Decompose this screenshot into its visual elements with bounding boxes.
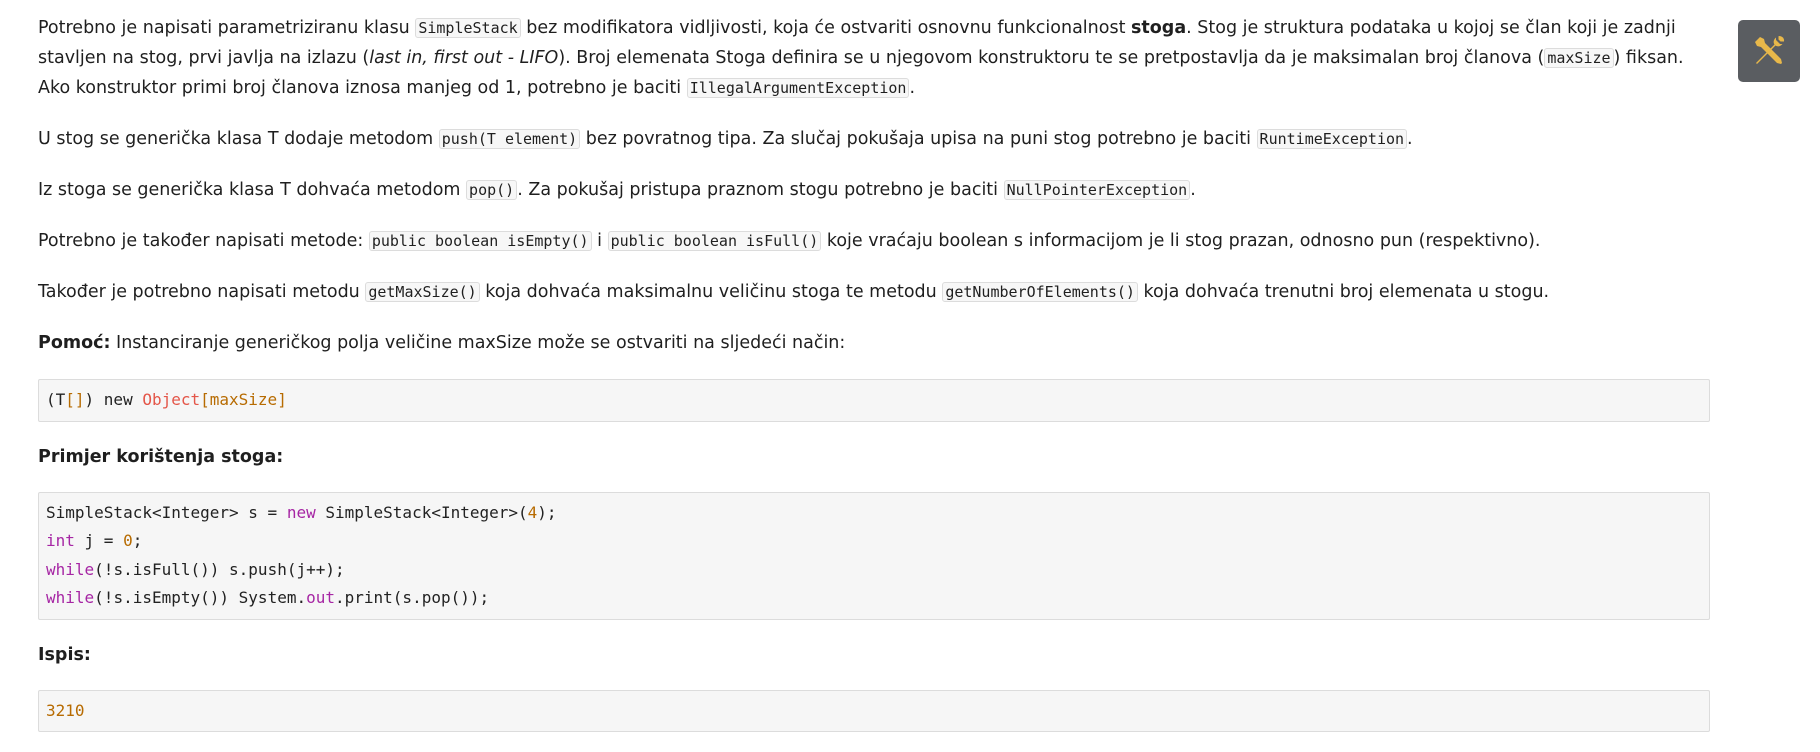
code-token: while	[46, 588, 95, 607]
code-token: []	[65, 390, 85, 409]
inline-code: public boolean isEmpty()	[368, 231, 592, 251]
paragraph-intro: Potrebno je napisati parametriziranu kla…	[38, 13, 1710, 103]
code-token: (!s.isEmpty()) System.	[94, 588, 307, 607]
inline-code: push(T element)	[438, 129, 581, 149]
paragraph-getters: Također je potrebno napisati metodu getM…	[38, 277, 1710, 307]
tools-icon	[1755, 36, 1785, 64]
code-token: 0	[123, 531, 133, 550]
code-token: ) new	[84, 390, 143, 409]
text: bez modifikatora vidljivosti, koja će os…	[520, 18, 1131, 38]
output-value: 3210	[46, 700, 85, 720]
paragraph-pop: Iz stoga se generička klasa T dohvaća me…	[38, 175, 1710, 205]
inline-code: NullPointerException	[1003, 180, 1191, 200]
example-heading: Primjer korištenja stoga:	[38, 446, 284, 467]
code-token: SimpleStack<Integer> s =	[46, 502, 287, 522]
text: Potrebno je također napisati metode:	[38, 231, 369, 251]
code-token: (T	[46, 390, 66, 409]
task-description: Potrebno je napisati parametriziranu kla…	[38, 13, 1710, 752]
text: koja dohvaća trenutni broj elemenata u s…	[1137, 282, 1550, 302]
inline-code: RuntimeException	[1256, 129, 1408, 149]
inline-code: getMaxSize()	[365, 282, 480, 302]
code-block-example: SimpleStack<Integer> s = new SimpleStack…	[38, 491, 1710, 620]
code-token: (!s.isFull()) s.push(j++);	[94, 559, 345, 579]
bold-text: Pomoć:	[38, 333, 111, 353]
code-token: SimpleStack<Integer>(	[315, 502, 528, 522]
text: Instanciranje generičkog polja veličine …	[110, 333, 846, 353]
code-token: Object	[142, 390, 201, 409]
code-token: j =	[74, 531, 124, 550]
inline-code: SimpleStack	[415, 18, 521, 38]
text: .	[909, 78, 916, 98]
bold-text: stoga	[1131, 18, 1187, 38]
code-token: while	[46, 559, 95, 579]
code-token: );	[537, 502, 557, 522]
text: ). Broj elemenata Stoga definira se u nj…	[558, 48, 1545, 68]
code-token: .print(s.pop());	[335, 588, 490, 607]
code-token: 4	[527, 502, 538, 522]
text: Također je potrebno napisati metodu	[38, 282, 366, 302]
text: Potrebno je napisati parametriziranu kla…	[38, 18, 416, 38]
text: .	[1407, 129, 1413, 149]
code-token: new	[286, 502, 316, 522]
text: i	[591, 231, 608, 251]
text: koje vraćaju boolean s informacijom je l…	[821, 231, 1541, 251]
tools-button[interactable]	[1738, 20, 1800, 82]
output-heading: Ispis:	[38, 644, 91, 665]
inline-code: public boolean isFull()	[607, 231, 822, 251]
italic-text: last in, first out - LIFO	[369, 48, 559, 68]
paragraph-methods: Potrebno je također napisati metode: pub…	[38, 226, 1710, 256]
code-block-instantiation: (T[]) new Object[maxSize]	[38, 379, 1710, 422]
text: . Za pokušaj pristupa praznom stogu potr…	[517, 180, 1004, 200]
inline-code: getNumberOfElements()	[942, 282, 1138, 302]
text: koja dohvaća maksimalnu veličinu stoga t…	[479, 282, 943, 302]
text: U stog se generička klasa T dodaje metod…	[38, 129, 439, 149]
code-token: [maxSize]	[200, 390, 287, 409]
code-token: int	[46, 531, 75, 550]
text: bez povratnog tipa. Za slučaj pokušaja u…	[580, 129, 1257, 149]
inline-code: IllegalArgumentException	[686, 78, 910, 98]
code-token: ;	[132, 531, 143, 550]
inline-code: maxSize	[1544, 48, 1614, 68]
code-block-output: 3210	[38, 689, 1710, 732]
text: .	[1190, 180, 1196, 200]
paragraph-hint: Pomoć: Instanciranje generičkog polja ve…	[38, 328, 1710, 358]
paragraph-push: U stog se generička klasa T dodaje metod…	[38, 124, 1710, 154]
code-token: out	[306, 588, 335, 607]
inline-code: pop()	[466, 180, 518, 200]
text: Iz stoga se generička klasa T dohvaća me…	[38, 180, 467, 200]
